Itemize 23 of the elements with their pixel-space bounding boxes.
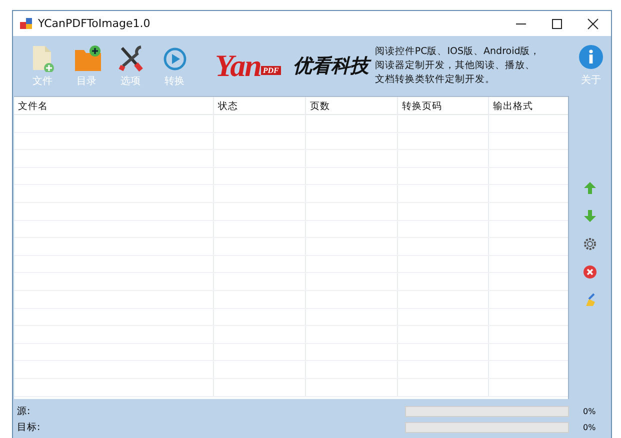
progress-label: 源:: [17, 405, 32, 418]
logo-badge: PDF: [260, 66, 281, 75]
column-header[interactable]: 文件名: [14, 97, 214, 114]
column-header[interactable]: 状态: [214, 97, 306, 114]
tools-icon: [116, 44, 144, 72]
logo-text: Yan: [215, 50, 261, 82]
window-title: YCanPDFToImage1.0: [38, 17, 150, 30]
column-header[interactable]: 输出格式: [489, 97, 568, 114]
column-header[interactable]: 页数: [306, 97, 398, 114]
close-icon[interactable]: [587, 18, 599, 30]
folder-add-icon: [72, 44, 100, 72]
brand-name: 优看科技: [292, 53, 369, 79]
gear-icon[interactable]: [583, 237, 597, 251]
delete-icon[interactable]: [583, 265, 597, 279]
description-text: 阅读控件PC版、IOS版、Android版， 阅读器定制开发，其他阅读、播放、 文档转换类软件定制开发。: [374, 45, 542, 87]
column-header[interactable]: 转换页码: [398, 97, 489, 114]
progress-reading: 0%: [583, 407, 596, 416]
info-icon: [579, 45, 603, 69]
maximize-icon[interactable]: [551, 18, 563, 30]
progress-label: 目标:: [17, 421, 42, 434]
app-icon: [20, 17, 33, 30]
progress-reading: 0%: [583, 423, 596, 432]
broom-icon[interactable]: [583, 293, 597, 307]
